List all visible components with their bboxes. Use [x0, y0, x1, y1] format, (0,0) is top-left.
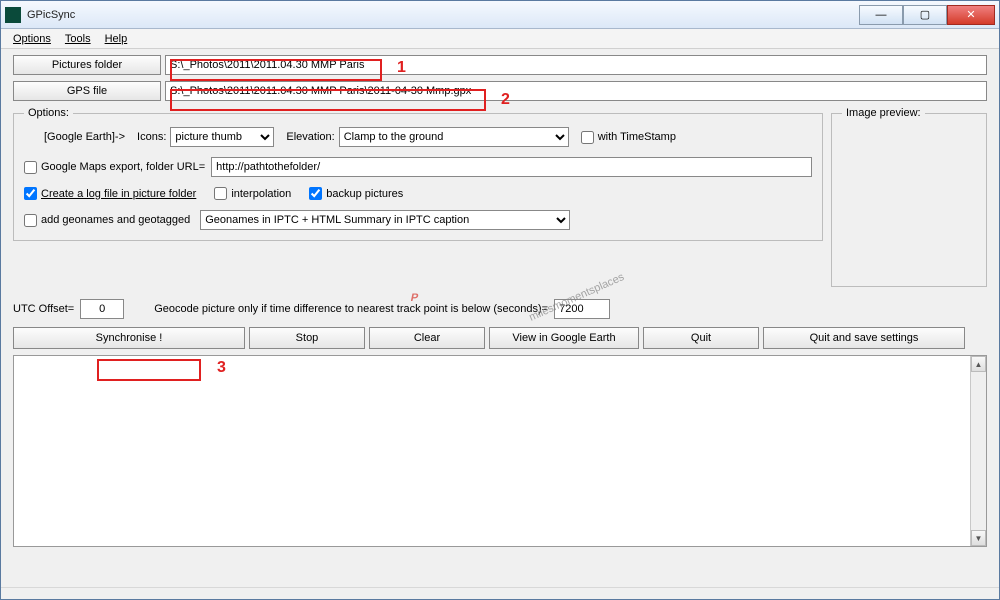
synchronise-button[interactable]: Synchronise ! — [13, 327, 245, 349]
timestamp-label: with TimeStamp — [598, 131, 676, 143]
annotation-number-1: 1 — [397, 59, 406, 77]
interpolation-checkbox[interactable] — [214, 187, 227, 200]
image-preview-legend: Image preview: — [842, 107, 925, 119]
clear-button[interactable]: Clear — [369, 327, 485, 349]
interpolation-label: interpolation — [231, 188, 291, 200]
view-google-earth-button[interactable]: View in Google Earth — [489, 327, 639, 349]
close-button[interactable]: ✕ — [947, 5, 995, 25]
google-earth-label: [Google Earth]-> — [44, 131, 125, 143]
backup-label: backup pictures — [326, 188, 403, 200]
geonames-label: add geonames and geotagged — [41, 214, 190, 226]
gps-file-button[interactable]: GPS file — [13, 81, 161, 101]
gmaps-export-checkbox[interactable] — [24, 161, 37, 174]
utc-offset-input[interactable] — [80, 299, 124, 319]
status-bar — [1, 587, 999, 599]
image-preview-fieldset: Image preview: — [831, 107, 987, 287]
window-title: GPicSync — [27, 9, 859, 21]
quit-save-button[interactable]: Quit and save settings — [763, 327, 965, 349]
annotation-number-3: 3 — [217, 359, 226, 377]
elevation-label: Elevation: — [286, 131, 334, 143]
menu-options[interactable]: Options — [7, 31, 57, 47]
gmaps-url-input[interactable] — [211, 157, 812, 177]
backup-checkbox[interactable] — [309, 187, 322, 200]
timestamp-checkbox[interactable] — [581, 131, 594, 144]
utc-offset-label: UTC Offset= — [13, 303, 74, 315]
log-scrollbar[interactable]: ▲ ▼ — [970, 356, 986, 546]
menu-help[interactable]: Help — [99, 31, 134, 47]
elevation-select[interactable]: Clamp to the ground — [339, 127, 569, 147]
geocode-threshold-label: Geocode picture only if time difference … — [154, 303, 548, 315]
minimize-button[interactable]: — — [859, 5, 903, 25]
annotation-number-2: 2 — [501, 91, 510, 109]
app-icon — [5, 7, 21, 23]
gps-file-input[interactable] — [165, 81, 987, 101]
stop-button[interactable]: Stop — [249, 327, 365, 349]
options-fieldset: Options: [Google Earth]-> Icons: picture… — [13, 107, 823, 241]
gmaps-export-label: Google Maps export, folder URL= — [41, 161, 205, 173]
menu-bar: Options Tools Help — [1, 29, 999, 49]
scroll-up-icon[interactable]: ▲ — [971, 356, 986, 372]
menu-tools[interactable]: Tools — [59, 31, 97, 47]
log-file-checkbox[interactable] — [24, 187, 37, 200]
icons-select[interactable]: picture thumb — [170, 127, 274, 147]
scroll-track[interactable] — [971, 372, 986, 530]
icons-label: Icons: — [137, 131, 166, 143]
pictures-folder-button[interactable]: Pictures folder — [13, 55, 161, 75]
scroll-down-icon[interactable]: ▼ — [971, 530, 986, 546]
geonames-select[interactable]: Geonames in IPTC + HTML Summary in IPTC … — [200, 210, 570, 230]
geonames-checkbox[interactable] — [24, 214, 37, 227]
quit-button[interactable]: Quit — [643, 327, 759, 349]
log-area: ▲ ▼ — [13, 355, 987, 547]
geocode-threshold-input[interactable] — [554, 299, 610, 319]
log-textarea[interactable] — [14, 356, 970, 546]
log-file-label: Create a log file in picture folder — [41, 188, 196, 200]
options-legend: Options: — [24, 107, 73, 119]
pictures-folder-input[interactable] — [165, 55, 987, 75]
maximize-button[interactable]: ▢ — [903, 5, 947, 25]
